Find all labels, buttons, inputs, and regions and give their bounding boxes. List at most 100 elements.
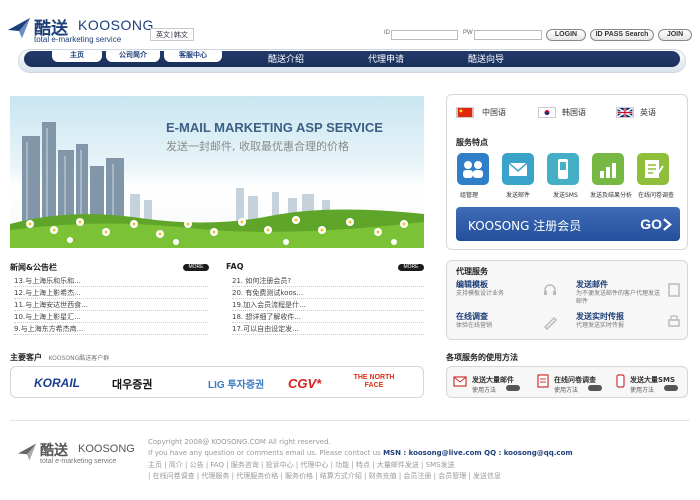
lang-chinese-label[interactable]: 中国语 [482, 107, 506, 118]
footer-links-row1[interactable]: 主页 | 简介 | 公告 | FAQ | 服务咨询 | 投诉中心 | 代理中心 … [148, 460, 455, 470]
group-icon[interactable] [457, 153, 489, 185]
agent-service-mail-title[interactable]: 发送邮件 [576, 279, 608, 290]
footer-logo-mark-icon [18, 443, 36, 460]
news-title: 新闻&公告栏 [10, 263, 57, 272]
register-label: KOOSONG 注册会员 [468, 219, 582, 233]
client-logo-lig[interactable]: LIG 투자증권 [208, 376, 264, 391]
usage-survey-sub[interactable]: 使用方法 [554, 385, 578, 394]
news-item[interactable]: 11.与上海安达世西食... [14, 300, 208, 311]
footer-logo-chinese: 酷送 [40, 443, 68, 459]
mail-icon[interactable] [502, 153, 534, 185]
lang-korean-label[interactable]: 韩国语 [562, 107, 586, 118]
agent-service-realtime-title[interactable]: 发送实时传报 [576, 311, 624, 322]
agent-service-template-title[interactable]: 编辑模板 [456, 279, 488, 290]
nav-sub-company[interactable]: 公司简介 [106, 51, 160, 62]
news-item[interactable]: 9.与上海东方希杰商... [14, 324, 208, 335]
nav-sub-support[interactable]: 客服中心 [164, 51, 222, 62]
faq-item[interactable]: 18. 想详细了解收件... [232, 312, 424, 323]
footer-copyright: Copyright 2008@ KOOSONG.COM All right re… [148, 438, 331, 446]
headset-icon [544, 284, 556, 295]
client-logo-korail[interactable]: KORAIL [34, 376, 80, 390]
client-logo-cgv[interactable]: CGV* [288, 376, 321, 391]
footer-contact-prefix: If you have any question or comments ema… [148, 449, 381, 457]
features-title: 服务特点 [456, 138, 488, 147]
logo-tagline: total e-marketing service [34, 35, 122, 44]
lang-link-english[interactable]: 英文 [156, 32, 170, 39]
usage-sms-sub[interactable]: 使用方法 [630, 385, 654, 394]
id-input[interactable] [391, 30, 458, 40]
document-icon [668, 283, 680, 297]
printer-icon [668, 315, 680, 327]
feature-label-mail: 发送邮件 [506, 192, 531, 199]
usage-mail-sub[interactable]: 使用方法 [472, 385, 496, 394]
agent-services-title: 代理服务 [456, 267, 488, 276]
join-button[interactable]: JOIN [658, 29, 692, 41]
city-skyline-illustration [10, 122, 424, 248]
nav-sub-home[interactable]: 主页 [52, 51, 102, 62]
news-item[interactable]: 12.与上海上影希杰... [14, 288, 208, 299]
footer-logo-tagline: total e-marketing service [40, 458, 117, 465]
footer-links-row2[interactable]: | 在线问卷调查 | 代理服务 | 代理服务价格 | 服务价格 | 结算方式介绍… [148, 471, 501, 481]
footer-contact: If you have any question or comments ema… [148, 449, 573, 457]
phone-icon[interactable] [547, 153, 579, 185]
uk-flag-icon[interactable] [616, 107, 634, 118]
faq-item[interactable]: 19.加入会员流程是什... [232, 300, 424, 311]
usage-sms-title[interactable]: 发送大量SMS [630, 375, 675, 385]
feature-label-sms: 发送SMS [553, 192, 578, 199]
banner-title: E-MAIL MARKETING ASP SERVICE [166, 120, 383, 135]
pen-icon [543, 316, 558, 330]
usage-sms-more-button[interactable] [664, 385, 678, 391]
nav-main-intro[interactable]: 酷送介绍 [268, 52, 304, 65]
korea-flag-icon[interactable] [538, 107, 556, 118]
china-flag-icon[interactable] [456, 107, 474, 118]
id-label: ID [384, 30, 390, 36]
news-item[interactable]: 13.与上海乐和乐和... [14, 276, 208, 287]
faq-item[interactable]: 20. 有免费测试koos... [232, 288, 424, 299]
lang-english-label[interactable]: 英语 [640, 107, 656, 118]
faq-item[interactable]: 17.可以自由设定发... [232, 324, 424, 335]
banner-subtitle: 发送一封邮件, 收取最优惠合理的价格 [166, 140, 349, 153]
register-member-button[interactable]: KOOSONG 注册会员 GO [456, 207, 680, 241]
login-button[interactable]: LOGIN [546, 29, 586, 41]
usage-survey-title[interactable]: 在线问卷调查 [554, 375, 596, 385]
feature-label-analysis: 发送及结果分析 [590, 192, 633, 199]
news-more-button[interactable]: MORE [183, 264, 209, 271]
pw-label: PW [463, 30, 473, 36]
password-input[interactable] [474, 30, 542, 40]
sms-usage-icon [616, 374, 625, 388]
clients-heading: 主要客户 KOOSONG酷送客户群 [10, 352, 109, 363]
logo-english-text: KOOSONG [78, 17, 154, 33]
footer-divider [10, 420, 690, 421]
usage-mail-more-button[interactable] [506, 385, 520, 391]
feature-label-survey: 在线问卷调查 [638, 192, 675, 199]
lang-link-korean[interactable]: 韩文 [174, 32, 188, 39]
chart-icon[interactable] [592, 153, 624, 185]
hero-banner: E-MAIL MARKETING ASP SERVICE 发送一封邮件, 收取最… [10, 96, 424, 248]
agent-service-survey-desc: 体验在线营销 [456, 322, 493, 329]
agent-service-template-desc: 支持模板设计业务 [456, 290, 505, 297]
site-logo[interactable]: 酷送 KOOSONG total e-marketing service [8, 14, 153, 44]
footer-logo-english: KOOSONG [78, 443, 135, 455]
footer-contact-emails[interactable]: MSN : koosong@live.com QQ : koosong@qq.c… [383, 449, 573, 457]
client-logo-daewoo[interactable]: 대우증권 [112, 376, 152, 392]
feature-label-group: 组管理 [460, 192, 479, 199]
mail-usage-icon [453, 376, 467, 387]
usage-title: 各项服务的使用方法 [446, 353, 518, 362]
agent-service-survey-title[interactable]: 在线调查 [456, 311, 488, 322]
faq-more-button[interactable]: MORE [398, 264, 424, 271]
usage-survey-more-button[interactable] [588, 385, 602, 391]
clients-subtitle: KOOSONG酷送客户群 [48, 355, 110, 362]
news-item[interactable]: 10.与上海上影星汇... [14, 312, 208, 323]
agent-service-realtime-desc: 代理发送实时传报 [576, 322, 625, 329]
survey-icon[interactable] [637, 153, 669, 185]
footer-logo: 酷送 KOOSONG total e-marketing service [18, 440, 143, 468]
nav-main-guide[interactable]: 酷送向导 [468, 52, 504, 65]
usage-mail-title[interactable]: 发送大量邮件 [472, 375, 514, 385]
faq-item[interactable]: 21. 如何注册会员? [232, 276, 424, 287]
language-links: 英文|韩文 [150, 28, 194, 41]
id-pass-search-button[interactable]: ID PASS Search [590, 29, 654, 41]
nav-main-agent-apply[interactable]: 代理申请 [368, 52, 404, 65]
logo-mark-icon [8, 18, 30, 38]
client-logo-northface[interactable]: THE NORTH FACE [350, 374, 398, 390]
register-go-text: GO [640, 216, 662, 232]
